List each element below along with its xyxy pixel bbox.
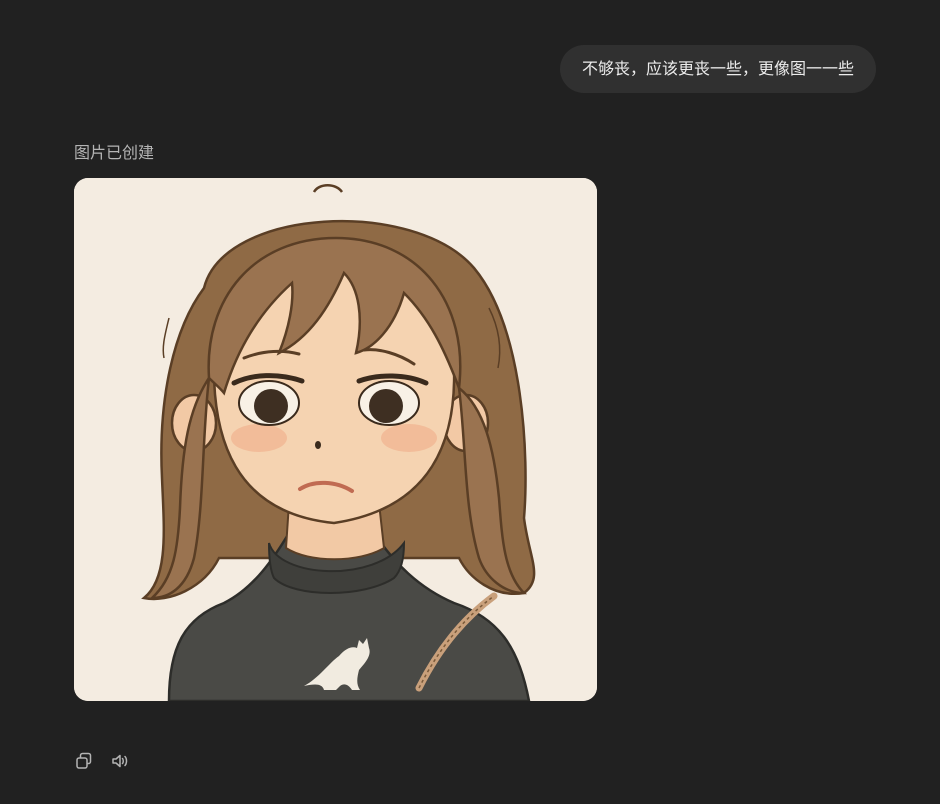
user-message-bubble: 不够丧，应该更丧一些，更像图一一些 — [559, 45, 876, 93]
read-aloud-button[interactable] — [108, 749, 132, 773]
image-created-label: 图片已创建 — [74, 143, 155, 162]
girl-illustration — [74, 178, 597, 701]
generated-image[interactable] — [74, 178, 597, 701]
copy-button[interactable] — [72, 749, 96, 773]
chat-page: 不够丧，应该更丧一些，更像图一一些 图片已创建 — [0, 0, 940, 804]
copy-icon — [76, 752, 92, 769]
message-actions — [72, 749, 132, 773]
speaker-icon — [112, 754, 128, 768]
